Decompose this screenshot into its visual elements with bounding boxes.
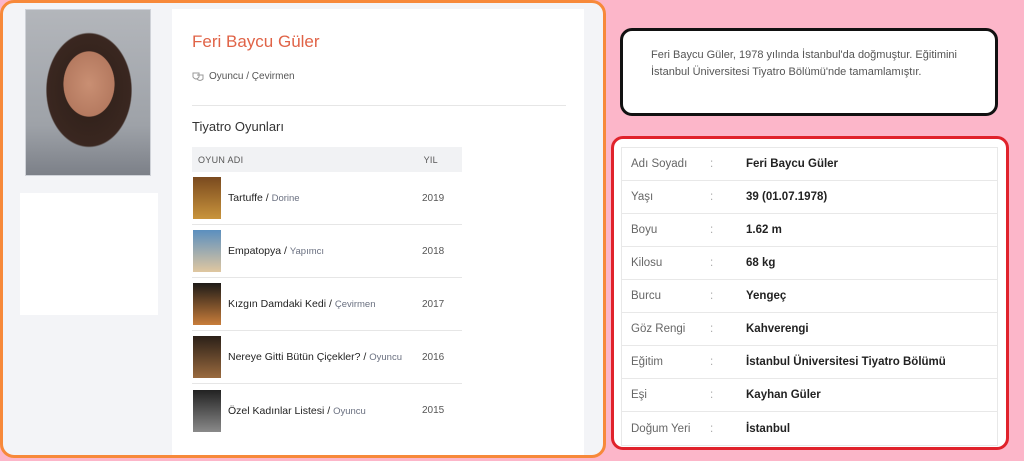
play-title-cell: Özel Kadınlar Listesi / Oyuncu xyxy=(228,405,422,417)
play-poster[interactable] xyxy=(193,389,221,432)
info-separator: : xyxy=(710,356,714,368)
info-value: Feri Baycu Güler xyxy=(746,158,839,170)
play-title-cell: Nereye Gitti Bütün Çiçekler? / Oyuncu xyxy=(228,351,422,363)
play-poster[interactable] xyxy=(193,283,221,325)
info-value: İstanbul xyxy=(746,422,791,435)
info-value: Yengeç xyxy=(746,290,787,302)
header-play: OYUN ADI xyxy=(198,154,244,165)
info-separator: : xyxy=(710,422,714,435)
play-row[interactable]: Tartuffe / Dorine 2019 xyxy=(192,172,462,225)
info-row: Yaşı: 39 (01.07.1978) xyxy=(622,181,997,214)
plays-table-header: OYUN ADI YIL xyxy=(192,147,462,172)
play-title-cell: Kızgın Damdaki Kedi / Çevirmen xyxy=(228,298,422,310)
play-title[interactable]: Tartuffe xyxy=(228,192,263,204)
slash-separator: / xyxy=(324,404,334,417)
info-label: Yaşı xyxy=(631,191,654,203)
play-poster[interactable] xyxy=(193,177,221,219)
divider xyxy=(192,105,566,106)
slash-separator: / xyxy=(281,245,290,257)
slash-separator: / xyxy=(326,298,335,310)
info-label: Göz Rengi xyxy=(631,323,686,335)
slash-separator: / xyxy=(262,192,272,204)
play-year: 2016 xyxy=(422,351,445,363)
info-value: 68 kg xyxy=(746,257,776,269)
play-row[interactable]: Özel Kadınlar Listesi / Oyuncu 2015 xyxy=(192,384,462,437)
info-value: Kahverengi xyxy=(746,323,809,335)
profile-name: Feri Baycu Güler xyxy=(192,32,320,51)
info-value: Kayhan Güler xyxy=(746,389,821,401)
info-row: Eğitim: İstanbul Üniversitesi Tiyatro Böl… xyxy=(622,346,997,379)
play-role: Oyuncu xyxy=(333,405,366,417)
roles-row: Oyuncu / Çevirmen xyxy=(192,71,295,82)
info-label: Boyu xyxy=(631,224,658,236)
play-role: Oyuncu xyxy=(369,352,402,363)
info-row: Eşi: Kayhan Güler xyxy=(622,379,997,412)
info-table: Adı Soyadı: Feri Baycu Güler Yaşı: 39 (01.0… xyxy=(621,147,998,446)
bio-text: Feri Baycu Güler, 1978 yılında İstanbul'… xyxy=(651,49,957,78)
info-value: 1.62 m xyxy=(746,224,782,236)
info-label: Doğum Yeri xyxy=(631,422,691,435)
info-separator: : xyxy=(710,323,714,335)
info-value: 39 (01.07.1978) xyxy=(746,191,828,203)
profile-panel: Feri Baycu Güler Oyuncu / Çevirmen Tiyat… xyxy=(0,0,606,458)
play-title[interactable]: Kızgın Damdaki Kedi xyxy=(228,298,326,310)
play-title-cell: Empatopya / Yapımcı xyxy=(228,245,422,257)
play-row[interactable]: Kızgın Damdaki Kedi / Çevirmen 2017 xyxy=(192,278,462,331)
info-label: Eğitim xyxy=(631,356,663,368)
profile-photo xyxy=(25,9,151,176)
info-row: Burcu: Yengeç xyxy=(622,280,997,313)
info-panel: Adı Soyadı: Feri Baycu Güler Yaşı: 39 (01.0… xyxy=(611,136,1009,450)
ad-placeholder xyxy=(20,193,158,315)
info-separator: : xyxy=(710,158,714,170)
play-year: 2019 xyxy=(422,192,445,204)
info-value: İstanbul Üniversitesi Tiyatro Bölümü xyxy=(746,356,946,368)
header-year: YIL xyxy=(423,154,438,165)
bio-box: Feri Baycu Güler, 1978 yılında İstanbul'… xyxy=(620,28,998,116)
info-separator: : xyxy=(710,257,714,269)
info-separator: : xyxy=(710,191,714,203)
play-title-cell: Tartuffe / Dorine xyxy=(228,192,422,204)
info-row: Boyu: 1.62 m xyxy=(622,214,997,247)
masks-icon xyxy=(192,72,204,81)
play-title[interactable]: Nereye Gitti Bütün Çiçekler? xyxy=(228,351,360,363)
play-year: 2017 xyxy=(422,298,445,310)
play-role: Yapımcı xyxy=(289,246,325,257)
play-year: 2015 xyxy=(422,405,445,416)
info-separator: : xyxy=(710,224,714,236)
play-title[interactable]: Empatopya xyxy=(228,245,281,257)
slash-separator: / xyxy=(360,351,370,363)
info-separator: : xyxy=(710,290,714,302)
info-label: Adı Soyadı xyxy=(631,158,688,170)
section-title: Tiyatro Oyunları xyxy=(192,119,284,134)
plays-table: OYUN ADI YIL Tartuffe / Dorine 2019 Empato… xyxy=(192,147,462,437)
play-row[interactable]: Nereye Gitti Bütün Çiçekler? / Oyuncu 201… xyxy=(192,331,462,384)
info-label: Eşi xyxy=(631,389,647,401)
info-label: Burcu xyxy=(631,290,662,302)
play-row[interactable]: Empatopya / Yapımcı 2018 xyxy=(192,225,462,278)
info-row: Doğum Yeri: İstanbul xyxy=(622,412,997,445)
play-poster[interactable] xyxy=(193,230,221,272)
profile-content: Feri Baycu Güler Oyuncu / Çevirmen Tiyat… xyxy=(172,9,584,455)
info-row: Göz Rengi: Kahverengi xyxy=(622,313,997,346)
play-role: Çevirmen xyxy=(334,299,376,310)
info-row: Adı Soyadı: Feri Baycu Güler xyxy=(622,148,997,181)
info-label: Kilosu xyxy=(631,257,663,269)
play-role: Dorine xyxy=(271,193,300,204)
info-separator: : xyxy=(710,389,714,401)
play-year: 2018 xyxy=(422,245,445,257)
play-title[interactable]: Özel Kadınlar Listesi xyxy=(228,405,324,417)
info-row: Kilosu: 68 kg xyxy=(622,247,997,280)
play-poster[interactable] xyxy=(193,336,221,378)
roles-text: Oyuncu / Çevirmen xyxy=(209,71,295,82)
